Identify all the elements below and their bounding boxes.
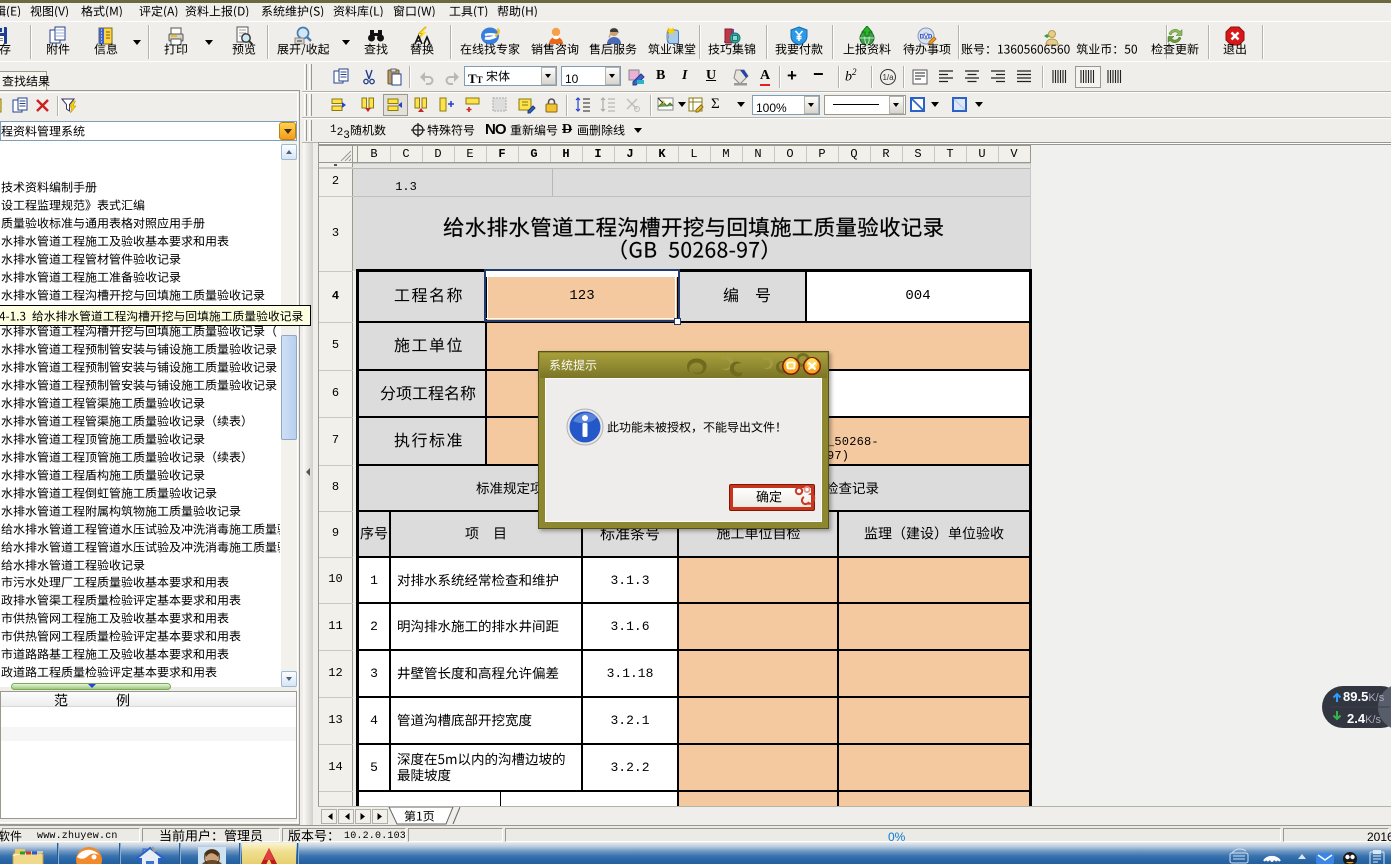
svg-text:1/a: 1/a bbox=[882, 73, 894, 82]
